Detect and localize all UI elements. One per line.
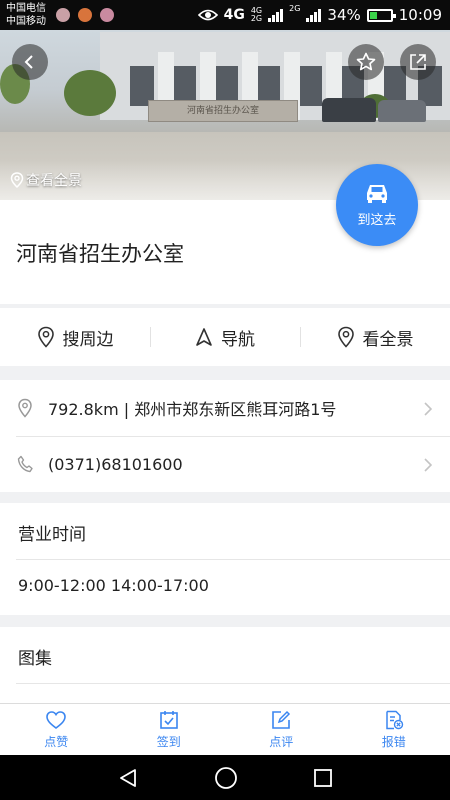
go-here-label: 到这去 [357, 213, 397, 228]
signal-icon [268, 8, 284, 22]
location-pin-icon [10, 172, 24, 188]
view-panorama-button[interactable]: 看全景 [300, 308, 450, 366]
page-title: 河南省招生办公室 [16, 242, 184, 266]
checkin-tab[interactable]: 签到 [113, 704, 226, 755]
address-row[interactable]: 792.8km | 郑州市郑东新区熊耳河路1号 [0, 380, 450, 436]
location-pin-icon [337, 326, 354, 348]
heart-icon [46, 710, 67, 729]
mini-network-label: 2G [250, 14, 263, 23]
go-here-button[interactable]: 到这去 [336, 164, 418, 246]
navigate-label: 导航 [221, 329, 255, 350]
car [322, 98, 376, 122]
navigation-arrow-icon [196, 328, 212, 346]
report-error-label: 报错 [381, 734, 406, 749]
phone-icon [0, 455, 48, 473]
checkin-label: 签到 [156, 734, 181, 749]
back-triangle-icon[interactable] [117, 767, 139, 789]
chevron-right-icon [424, 402, 432, 416]
share-icon [410, 54, 426, 70]
car-icon [367, 185, 387, 203]
checkin-icon [159, 710, 178, 729]
like-label: 点赞 [44, 734, 69, 749]
location-pin-icon [0, 398, 48, 418]
bottom-action-bar: 点赞 签到 点评 报错 [0, 703, 450, 755]
edit-icon [272, 710, 291, 729]
battery-percent: 34% [327, 6, 361, 24]
signal-icon [306, 8, 322, 22]
notification-icon [56, 8, 70, 22]
navigate-button[interactable]: 导航 [150, 308, 300, 366]
share-button[interactable] [400, 44, 436, 80]
gallery-heading: 图集 [18, 649, 52, 669]
star-icon [356, 52, 376, 71]
phone-text: (0371)68101600 [48, 454, 183, 474]
system-nav-bar [0, 755, 450, 800]
mini-network-label: 2G [289, 4, 301, 13]
address-text: 792.8km | 郑州市郑东新区熊耳河路1号 [48, 400, 337, 419]
action-bar: 搜周边 导航 看全景 [0, 308, 450, 366]
car [378, 100, 426, 122]
carrier-2: 中国移动 [6, 16, 46, 27]
report-error-tab[interactable]: 报错 [338, 704, 450, 755]
notification-icon [78, 8, 92, 22]
eye-comfort-icon [197, 9, 218, 21]
carrier-info: 中国电信 中国移动 [6, 2, 46, 28]
home-circle-icon[interactable] [214, 766, 238, 790]
gate-sign: 河南省招生办公室 [148, 100, 298, 122]
back-button[interactable] [12, 44, 48, 80]
divider [16, 559, 450, 560]
phone-row[interactable]: (0371)68101600 [0, 436, 450, 492]
search-nearby-button[interactable]: 搜周边 [0, 308, 150, 366]
clock: 10:09 [398, 6, 442, 24]
notification-icon [100, 8, 114, 22]
hours-card: 营业时间 9:00-12:00 14:00-17:00 [0, 503, 450, 615]
location-pin-icon [37, 326, 54, 348]
review-label: 点评 [269, 734, 294, 749]
view-panorama-label: 看全景 [362, 329, 414, 350]
chevron-right-icon [424, 458, 432, 472]
recents-square-icon[interactable] [313, 768, 333, 788]
favorite-button[interactable] [348, 44, 384, 80]
network-type: 4G [223, 7, 245, 23]
carrier-1: 中国电信 [6, 3, 46, 14]
report-error-icon [386, 710, 403, 729]
contact-card: 792.8km | 郑州市郑东新区熊耳河路1号 (0371)68101600 [0, 380, 450, 492]
hours-heading: 营业时间 [18, 525, 86, 545]
chevron-left-icon [24, 55, 33, 69]
battery-fill [369, 11, 378, 19]
status-icons: 4G 4G 2G 2G 34% 10:09 [197, 4, 442, 25]
divider [16, 683, 450, 684]
view-panorama-link[interactable]: 查看全景 [10, 170, 82, 190]
status-bar: 中国电信 中国移动 4G 4G 2G 2G 34% 10:09 [0, 0, 450, 30]
review-tab[interactable]: 点评 [225, 704, 338, 755]
panorama-label: 查看全景 [26, 173, 82, 189]
search-nearby-label: 搜周边 [62, 329, 114, 350]
like-tab[interactable]: 点赞 [0, 704, 113, 755]
battery-icon [366, 8, 396, 22]
gallery-card[interactable]: 图集 [0, 627, 450, 703]
hours-value: 9:00-12:00 14:00-17:00 [18, 576, 209, 595]
